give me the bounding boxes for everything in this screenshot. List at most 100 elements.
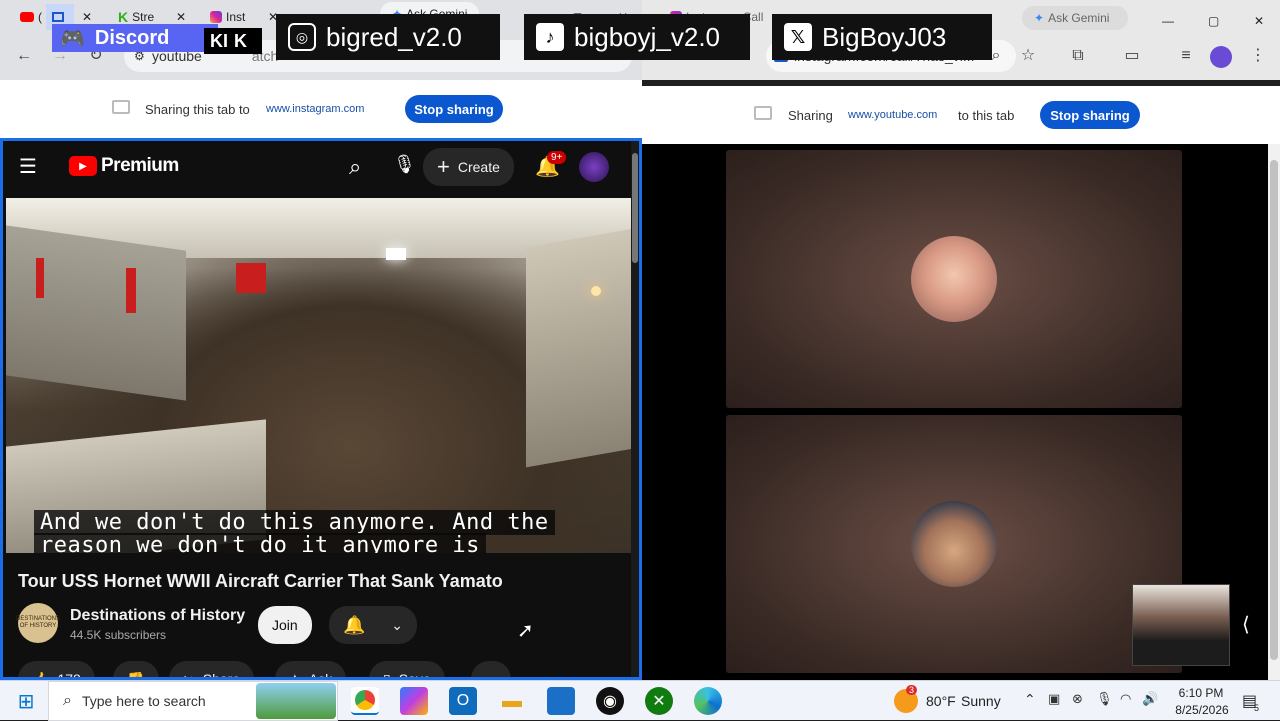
self-view-thumbnail[interactable] — [1132, 584, 1230, 666]
x-overlay: 𝕏 BigBoyJ03 — [772, 14, 992, 60]
store-icon[interactable] — [547, 687, 575, 715]
chevron-down-icon: ⌄ — [391, 616, 403, 633]
wall-lamp — [591, 286, 601, 296]
clock-date[interactable]: 8/25/2026 — [1166, 703, 1238, 717]
scrollbar-track[interactable] — [631, 141, 639, 677]
search-icon: ⌕ — [63, 692, 72, 709]
show-hidden-icons-chevron-icon[interactable]: ⌃ — [1024, 691, 1036, 708]
bookmark-star-icon[interactable]: ☆ — [1018, 46, 1038, 66]
file-explorer-icon[interactable]: ▬ — [498, 687, 526, 715]
weather-description[interactable]: Sunny — [961, 693, 1001, 709]
menu-icon[interactable]: ☰ — [19, 157, 39, 177]
collapse-panel-icon[interactable]: ⟨ — [1242, 612, 1250, 637]
copilot-icon[interactable] — [400, 687, 428, 715]
fire-extinguisher-icon — [126, 268, 136, 313]
share-text: Sharing this tab to — [145, 102, 250, 117]
xbox-icon[interactable]: ✕ — [645, 687, 673, 715]
wifi-icon[interactable]: ◠ — [1120, 691, 1131, 707]
dislike-button[interactable]: 👎 — [113, 661, 159, 680]
windows-start-icon[interactable]: ⊞ — [12, 687, 40, 715]
tiktok-icon: ♪ — [536, 23, 564, 51]
minimize-icon[interactable]: — — [1156, 8, 1180, 34]
stop-sharing-button[interactable]: Stop sharing — [405, 95, 503, 123]
scrollbar-track[interactable] — [1268, 144, 1280, 680]
more-actions-button[interactable]: ⋯ — [471, 661, 511, 680]
thumbs-down-icon: 👎 — [127, 670, 145, 680]
tab-youtube[interactable]: ( — [14, 4, 48, 30]
edge-icon[interactable] — [694, 687, 722, 715]
more-icon: ⋯ — [484, 670, 498, 680]
search-icon[interactable]: ⌕ — [349, 154, 361, 180]
outlook-icon[interactable]: O — [449, 687, 477, 715]
left-share-bar: Sharing this tab to www.instagram.com St… — [0, 80, 642, 138]
maximize-icon[interactable]: ▢ — [1202, 8, 1225, 34]
instagram-icon — [210, 11, 222, 23]
tiktok-overlay: ♪ bigboyj_v2.0 — [524, 14, 750, 60]
youtube-logo[interactable]: ▶ Premium — [69, 155, 179, 177]
media-controls-icon[interactable]: ≡ — [1176, 46, 1196, 66]
ask-gemini-button[interactable]: ✦ Ask Gemini — [1022, 6, 1128, 30]
tab-label: Stre — [132, 10, 155, 24]
discord-icon: 🎮 — [60, 27, 85, 50]
subscribe-notify-button[interactable]: 🔔 ⌄ — [329, 606, 417, 644]
participant-tile[interactable] — [726, 150, 1182, 408]
youtube-panel: ☰ ▶ Premium ⌕ 🎙 + Create 🔔 9+ And we don… — [0, 138, 642, 680]
notification-count: 5 — [1254, 703, 1260, 713]
windows-taskbar: ⊞ ⌕ Type here to search O ▬ ◉ ✕ 3 80°F S… — [0, 680, 1280, 721]
instagram-overlay: ◎ bigred_v2.0 — [276, 14, 500, 60]
tab-label: ( — [38, 10, 42, 24]
plus-icon: + — [437, 154, 450, 179]
volume-icon[interactable]: 🔊 — [1142, 691, 1158, 707]
profile-avatar[interactable] — [1210, 46, 1232, 68]
more-menu-icon[interactable]: ⋮ — [1248, 46, 1268, 66]
thumbs-up-icon: 👍 — [32, 670, 50, 680]
discord-overlay: 🎮 Discord — [52, 24, 218, 52]
notification-badge: 9+ — [547, 151, 567, 164]
channel-avatar[interactable]: DESTINATIONS OF HISTORY — [16, 603, 60, 643]
shared-url: www.youtube.com — [840, 105, 946, 125]
participant-tile[interactable] — [726, 415, 1182, 673]
scrollbar-thumb[interactable] — [1270, 160, 1278, 660]
join-button[interactable]: Join — [258, 606, 312, 644]
ask-button[interactable]: ✦ Ask — [275, 661, 347, 680]
subscriber-count: 44.5K subscribers — [70, 628, 167, 642]
share-button[interactable]: ↪ Share — [169, 661, 255, 680]
weather-temp[interactable]: 80°F — [926, 693, 956, 709]
security-icon[interactable]: ⊗ — [1072, 691, 1083, 707]
mouse-cursor: ➚ — [517, 620, 534, 642]
account-avatar[interactable] — [579, 152, 609, 182]
caption-line-2: reason we don't do it anymore is — [34, 533, 486, 553]
create-button[interactable]: + Create — [423, 148, 514, 186]
stop-sharing-button[interactable]: Stop sharing — [1040, 101, 1140, 129]
video-player[interactable]: And we don't do this anymore. And the re… — [6, 198, 633, 553]
cast-icon[interactable]: ▭ — [1122, 46, 1142, 66]
sparkle-icon: ✦ — [289, 670, 301, 680]
channel-name[interactable]: Destinations of History — [70, 607, 245, 625]
microphone-icon[interactable]: 🎙 — [1096, 691, 1113, 707]
chrome-icon[interactable] — [351, 687, 379, 715]
hangar-wall-left — [6, 225, 186, 401]
search-highlight-image — [256, 683, 336, 719]
meet-now-icon[interactable]: ▣ — [1048, 691, 1060, 707]
kick-icon: KI — [210, 30, 228, 51]
x-icon: 𝕏 — [784, 23, 812, 51]
clock-time[interactable]: 6:10 PM — [1172, 686, 1230, 700]
share-arrow-icon: ↪ — [183, 670, 195, 680]
share-screen-icon — [112, 100, 130, 114]
save-button[interactable]: ▯ Save — [369, 661, 445, 680]
bell-icon: 🔔 — [343, 614, 366, 635]
back-arrow-icon[interactable]: ← — [14, 46, 34, 66]
share-screen-icon — [754, 106, 772, 120]
close-window-icon[interactable]: ✕ — [1248, 8, 1270, 34]
youtube-icon — [20, 12, 34, 22]
weather-badge: 3 — [906, 685, 918, 695]
like-button[interactable]: 👍 178 — [18, 661, 95, 680]
extensions-icon[interactable]: ⧉ — [1068, 46, 1088, 66]
participant-avatar — [911, 501, 997, 587]
microphone-icon[interactable]: 🎙 — [393, 154, 416, 175]
video-title: Tour USS Hornet WWII Aircraft Carrier Th… — [18, 571, 503, 591]
obs-icon[interactable]: ◉ — [596, 687, 624, 715]
bookmark-icon: ▯ — [383, 670, 391, 680]
scrollbar-thumb[interactable] — [632, 153, 638, 263]
youtube-play-icon: ▶ — [69, 156, 97, 176]
